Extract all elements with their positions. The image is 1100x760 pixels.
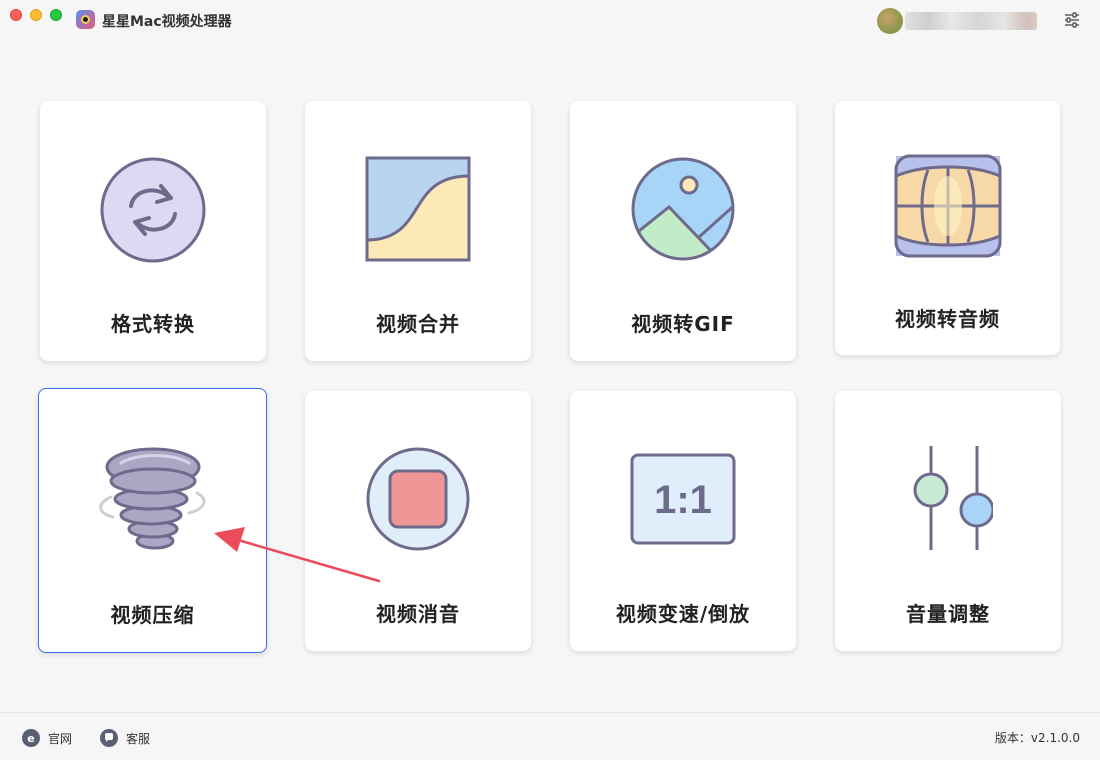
footer-bar: e 官网 客服 版本：v2.1.0.0 <box>0 712 1100 760</box>
support-link[interactable]: 客服 <box>100 729 150 747</box>
card-label: 视频变速/倒放 <box>615 602 751 626</box>
card-video-speed-reverse[interactable]: 1:1 视频变速/倒放 <box>570 391 796 651</box>
user-avatar[interactable] <box>877 8 903 34</box>
minimize-window-button[interactable] <box>30 9 42 21</box>
app-title: 星星Mac视频处理器 <box>102 14 232 30</box>
card-video-merge[interactable]: 视频合并 <box>305 101 531 361</box>
card-label: 视频消音 <box>376 602 460 626</box>
audio-globe-icon <box>894 154 1001 258</box>
website-link[interactable]: e 官网 <box>22 729 72 747</box>
card-label: 视频合并 <box>376 312 460 336</box>
website-e-icon: e <box>22 729 40 747</box>
card-video-to-gif[interactable]: 视频转GIF <box>570 101 796 361</box>
settings-button[interactable] <box>1062 10 1082 30</box>
card-label: 音量调整 <box>906 602 990 626</box>
volume-sliders-icon <box>913 446 993 550</box>
sliders-icon <box>1065 12 1079 28</box>
card-label: 视频转音频 <box>895 307 1000 331</box>
zoom-window-button[interactable] <box>50 9 62 21</box>
gif-picture-icon <box>631 157 735 261</box>
card-volume-adjust[interactable]: 音量调整 <box>835 391 1061 651</box>
card-video-to-audio[interactable]: 视频转音频 <box>835 101 1060 355</box>
title-bar: 星星Mac视频处理器 <box>0 0 1100 42</box>
username-blurred[interactable] <box>905 12 1037 30</box>
version-text: 版本：v2.1.0.0 <box>994 731 1080 745</box>
card-label: 格式转换 <box>111 312 195 336</box>
tornado-compress-icon <box>98 447 205 550</box>
close-window-button[interactable] <box>10 9 22 21</box>
card-label: 视频压缩 <box>110 603 195 627</box>
card-label: 视频转GIF <box>631 312 735 336</box>
website-label: 官网 <box>48 731 73 746</box>
support-label: 客服 <box>126 731 151 746</box>
card-format-convert[interactable]: 格式转换 <box>40 101 266 361</box>
card-video-compress[interactable]: 视频压缩 <box>38 388 267 653</box>
chat-bubble-icon <box>100 729 118 747</box>
app-logo-icon <box>76 10 95 29</box>
convert-arrows-icon <box>100 157 206 263</box>
ratio-text: 1:1 <box>654 478 712 522</box>
card-video-mute[interactable]: 视频消音 <box>305 391 531 651</box>
stop-mute-icon <box>366 447 470 551</box>
ratio-speed-icon: 1:1 <box>630 453 736 545</box>
merge-image-icon <box>365 156 471 262</box>
